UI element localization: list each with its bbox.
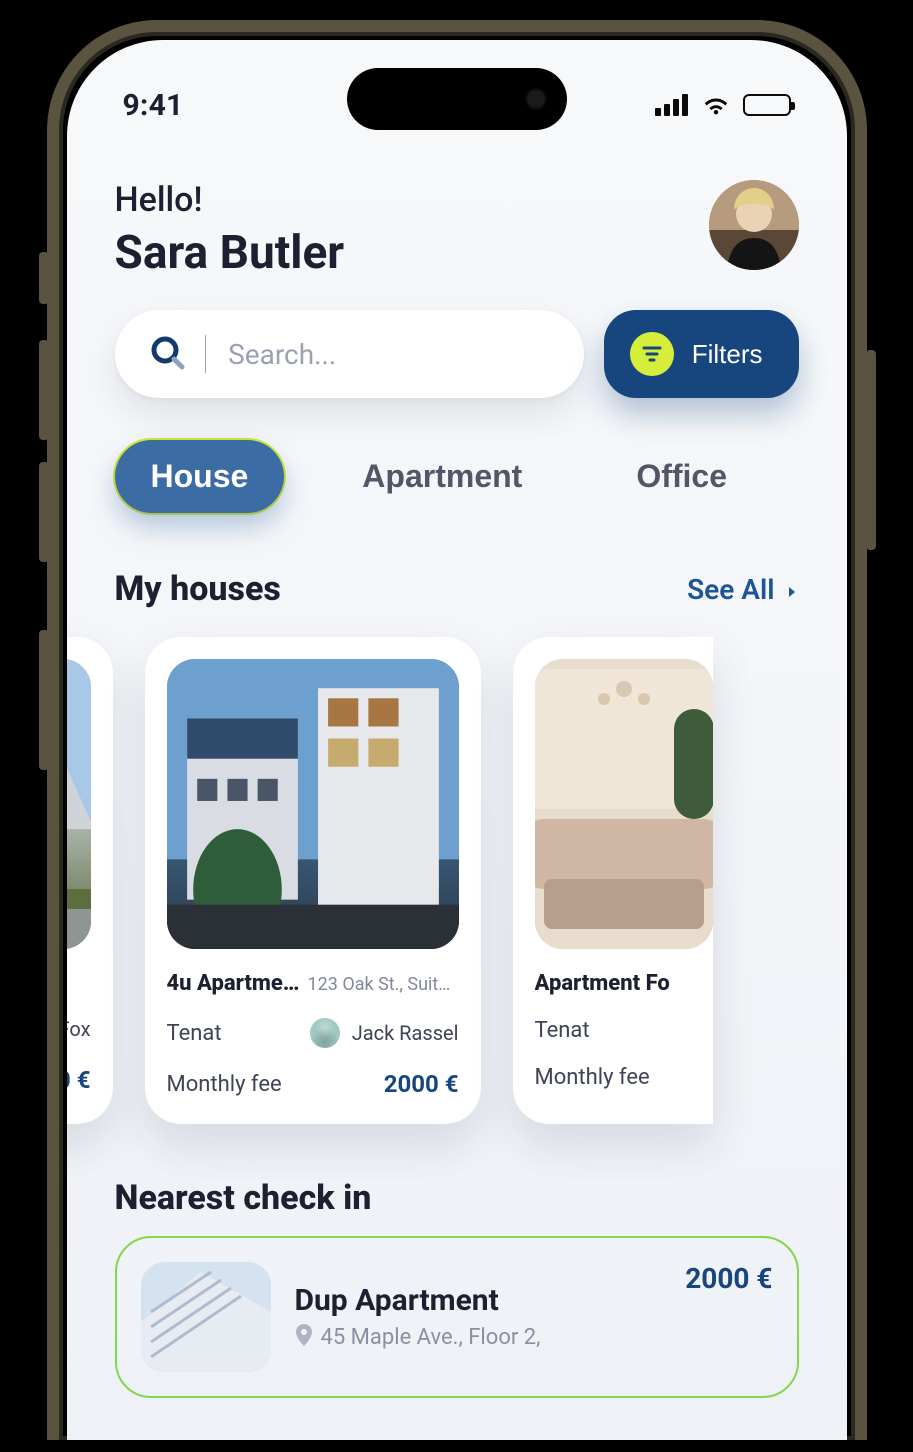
screen: 9:41 Hello! Sara Butler <box>67 40 847 1440</box>
greeting-hello: Hello! <box>115 180 345 220</box>
property-image <box>67 659 91 949</box>
property-title: 4u Apartment <box>167 971 300 996</box>
fee-label: Monthly fee <box>167 1072 282 1097</box>
filters-button[interactable]: Filters <box>604 310 799 398</box>
section-title-nearest-checkin: Nearest check in <box>67 1124 847 1236</box>
property-image <box>167 659 459 949</box>
checkin-name: Dup Apartment <box>295 1283 662 1318</box>
wifi-icon <box>701 88 731 123</box>
property-address: 123 Oak St., Suite... <box>308 974 459 995</box>
tenant-name: Robert Fox <box>67 1017 91 1041</box>
status-time: 9:41 <box>123 88 184 123</box>
filter-icon <box>630 332 674 376</box>
tenant-avatar <box>310 1018 340 1048</box>
tab-house[interactable]: House <box>115 440 285 513</box>
search-input[interactable] <box>226 337 550 372</box>
phone-frame: 9:41 Hello! Sara Butler <box>47 20 867 1440</box>
checkin-card[interactable]: Dup Apartment 45 Maple Ave., Floor 2, 20… <box>115 1236 799 1398</box>
cellular-signal-icon <box>655 94 689 116</box>
checkin-image <box>141 1262 271 1372</box>
checkin-price: 2000 € <box>685 1262 772 1295</box>
search-icon <box>149 334 185 374</box>
tenant-name: Jack Rassel <box>352 1021 459 1045</box>
greeting-block: Hello! Sara Butler <box>115 180 345 280</box>
property-card[interactable]: Pine Rd., Office 12B, Robert Fox 1690 € <box>67 637 113 1124</box>
property-card[interactable]: Apartment Fo Tenat Monthly fee <box>513 637 713 1124</box>
tab-apartment[interactable]: Apartment <box>326 440 558 513</box>
filters-label: Filters <box>692 339 763 370</box>
property-title: Apartment Fo <box>535 971 713 996</box>
property-fee: 1690 € <box>67 1066 91 1094</box>
pin-icon <box>295 1324 313 1352</box>
battery-icon <box>743 94 791 116</box>
text-cursor <box>205 335 207 373</box>
fee-label: Monthly fee <box>535 1065 650 1090</box>
property-image <box>535 659 713 949</box>
my-houses-list[interactable]: Pine Rd., Office 12B, Robert Fox 1690 € <box>67 619 847 1124</box>
user-name: Sara Butler <box>115 226 345 280</box>
checkin-address: 45 Maple Ave., Floor 2, <box>321 1325 541 1350</box>
property-address: Pine Rd., Office 12B, <box>67 971 91 992</box>
category-tabs: House Apartment Office <box>67 398 847 513</box>
avatar[interactable] <box>709 180 799 270</box>
see-all-label: See All <box>687 573 774 606</box>
section-title-my-houses: My houses <box>115 569 281 609</box>
search-box[interactable] <box>115 310 584 398</box>
property-fee: 2000 € <box>384 1070 459 1098</box>
tab-office[interactable]: Office <box>600 440 763 513</box>
chevron-right-icon <box>785 573 799 606</box>
property-card[interactable]: 4u Apartment 123 Oak St., Suite... Tenat… <box>145 637 481 1124</box>
tenant-label: Tenat <box>535 1018 590 1043</box>
see-all-link[interactable]: See All <box>687 573 798 606</box>
dynamic-island <box>347 68 567 130</box>
tenant-label: Tenat <box>167 1021 222 1046</box>
